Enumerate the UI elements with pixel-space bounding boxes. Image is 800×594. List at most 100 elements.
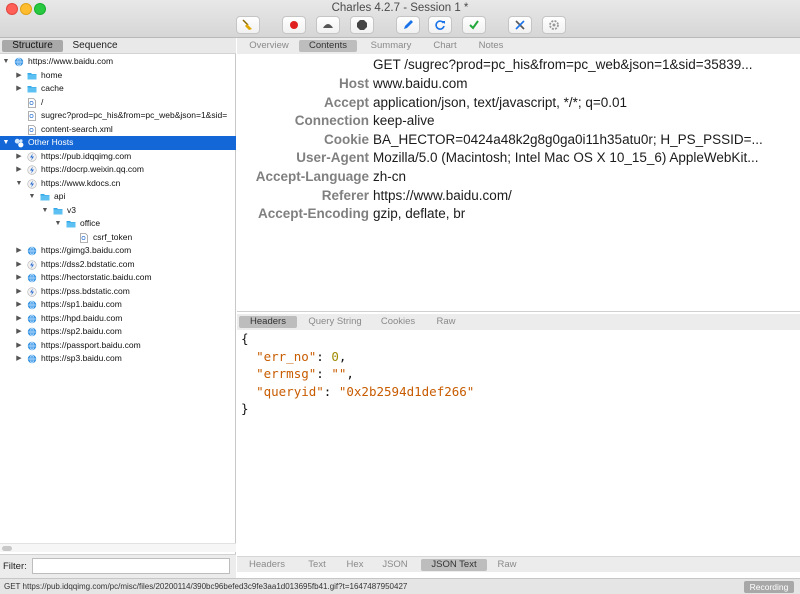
json-entry[interactable]: "queryid": "0x2b2594d1def266" — [241, 383, 474, 401]
file-icon — [27, 111, 37, 121]
response-tab-text[interactable]: Text — [301, 559, 333, 571]
response-tab-raw[interactable]: Raw — [487, 559, 527, 571]
header-value: application/json, text/javascript, */*; … — [373, 94, 628, 110]
tree-row-label: https://pss.bdstatic.com — [41, 285, 130, 296]
disclosure-open-icon[interactable]: ▼ — [15, 177, 23, 191]
breakpoints-button[interactable] — [350, 16, 374, 34]
detail-tab-chart[interactable]: Chart — [425, 40, 465, 52]
header-row[interactable]: Accept-Encoding gzip, deflate, br — [237, 204, 800, 223]
structure-tab[interactable]: Structure — [2, 40, 63, 52]
tree-row[interactable]: ▶ https://hectorstatic.baidu.com — [0, 271, 236, 285]
lightning-icon — [27, 151, 37, 162]
disclosure-closed-icon[interactable]: ▶ — [15, 271, 23, 285]
disclosure-open-icon[interactable]: ▼ — [2, 55, 10, 69]
disclosure-open-icon[interactable]: ▼ — [54, 217, 62, 231]
recording-badge[interactable]: Recording — [744, 581, 794, 593]
lightning-icon — [27, 259, 37, 270]
disclosure-closed-icon[interactable]: ▶ — [15, 258, 23, 272]
disclosure-closed-icon[interactable]: ▶ — [15, 312, 23, 326]
header-row[interactable]: Host www.baidu.com — [237, 74, 800, 93]
settings-button[interactable] — [542, 16, 566, 34]
split-divider[interactable] — [237, 311, 800, 312]
validate-button[interactable] — [462, 16, 486, 34]
disclosure-closed-icon[interactable]: ▶ — [15, 325, 23, 339]
record-button[interactable] — [282, 16, 306, 34]
detail-tab-summary[interactable]: Summary — [363, 40, 419, 52]
disclosure-closed-icon[interactable]: ▶ — [15, 150, 23, 164]
tree-row[interactable]: ▼ https://www.baidu.com — [0, 55, 236, 69]
throttle-button[interactable] — [316, 16, 340, 34]
clear-session-button[interactable] — [236, 16, 260, 34]
horizontal-scrollbar[interactable] — [0, 543, 236, 552]
response-tab-json-text[interactable]: JSON Text — [421, 559, 487, 571]
detail-tabs: Overview Contents Summary Chart Notes — [237, 38, 800, 54]
response-tab-headers[interactable]: Headers — [241, 559, 293, 571]
tree-row[interactable]: ▶ https://pss.bdstatic.com — [0, 285, 236, 299]
tree-row[interactable]: sugrec?prod=pc_his&from=pc_web&json=1&si… — [0, 109, 236, 123]
detail-tab-notes[interactable]: Notes — [471, 40, 511, 52]
scrollbar-thumb[interactable] — [2, 546, 12, 551]
disclosure-closed-icon[interactable]: ▶ — [15, 69, 23, 83]
request-tab-query-string[interactable]: Query String — [301, 316, 369, 328]
header-row[interactable]: Accept-Language zh-cn — [237, 167, 800, 186]
request-tab-headers[interactable]: Headers — [239, 316, 297, 328]
repeat-button[interactable] — [428, 16, 452, 34]
header-row[interactable]: User-Agent Mozilla/5.0 (Macintosh; Intel … — [237, 148, 800, 167]
tree-row[interactable]: ▼ office — [0, 217, 236, 231]
tree-row[interactable]: ▼ v3 — [0, 204, 236, 218]
tree-row[interactable]: ▶ cache — [0, 82, 236, 96]
header-row[interactable]: Cookie BA_HECTOR=0424a48k2g8g0ga0i11h35at… — [237, 130, 800, 149]
header-value: Mozilla/5.0 (Macintosh; Intel Mac OS X 1… — [373, 150, 759, 166]
disclosure-open-icon[interactable]: ▼ — [41, 204, 49, 218]
tree-row[interactable]: content-search.xml — [0, 123, 236, 137]
tree-row[interactable]: ▶ https://passport.baidu.com — [0, 339, 236, 353]
tree-row[interactable]: ▼ api — [0, 190, 236, 204]
request-tab-raw[interactable]: Raw — [425, 316, 467, 328]
tree-row[interactable]: ▶ https://gimg3.baidu.com — [0, 244, 236, 258]
tree-row[interactable]: ▶ https://sp3.baidu.com — [0, 352, 236, 366]
tree-row[interactable]: ▶ https://dss2.bdstatic.com — [0, 258, 236, 272]
header-row[interactable]: Referer https://www.baidu.com/ — [237, 186, 800, 205]
disclosure-closed-icon[interactable]: ▶ — [15, 163, 23, 177]
tree-row[interactable]: ▼ https://www.kdocs.cn — [0, 177, 236, 191]
tree-row[interactable]: / — [0, 96, 236, 110]
disclosure-closed-icon[interactable]: ▶ — [15, 298, 23, 312]
tree-row[interactable]: ▶ https://sp2.baidu.com — [0, 325, 236, 339]
tree-row[interactable]: ▶ https://pub.idqqimg.com — [0, 150, 236, 164]
disclosure-closed-icon[interactable]: ▶ — [15, 82, 23, 96]
disclosure-open-icon[interactable]: ▼ — [28, 190, 36, 204]
header-row[interactable]: Connection keep-alive — [237, 111, 800, 130]
tree-row[interactable]: csrf_token — [0, 231, 236, 245]
disclosure-closed-icon[interactable]: ▶ — [15, 285, 23, 299]
header-key: Cookie — [323, 131, 369, 147]
header-value: keep-alive — [373, 113, 435, 129]
disclosure-closed-icon[interactable]: ▶ — [15, 244, 23, 258]
tree-row[interactable]: ▶ https://docrp.weixin.qq.com — [0, 163, 236, 177]
tools-button[interactable] — [508, 16, 532, 34]
json-entry[interactable]: "err_no": 0, — [241, 348, 346, 366]
header-row[interactable]: Accept application/json, text/javascript,… — [237, 93, 800, 112]
tree-row[interactable]: ▶ home — [0, 69, 236, 83]
sequence-tab[interactable]: Sequence — [70, 40, 120, 52]
globe-icon — [27, 327, 37, 337]
filter-input[interactable] — [32, 558, 230, 574]
folder-icon — [27, 86, 37, 93]
compose-button[interactable] — [396, 16, 420, 34]
json-entry[interactable]: "errmsg": "", — [241, 365, 354, 383]
globe-icon — [27, 354, 37, 364]
tree-row-label: csrf_token — [93, 231, 133, 242]
request-tab-cookies[interactable]: Cookies — [377, 316, 419, 328]
tree-row[interactable]: ▶ https://hpd.baidu.com — [0, 312, 236, 326]
detail-tab-contents[interactable]: Contents — [299, 40, 357, 52]
response-tab-hex[interactable]: Hex — [341, 559, 369, 571]
disclosure-closed-icon[interactable]: ▶ — [15, 339, 23, 353]
detail-tab-overview[interactable]: Overview — [243, 40, 295, 52]
tree-row[interactable]: ▶ https://sp1.baidu.com — [0, 298, 236, 312]
disclosure-closed-icon[interactable]: ▶ — [15, 352, 23, 366]
tree-row[interactable]: ▼ Other Hosts — [0, 136, 236, 150]
disclosure-open-icon[interactable]: ▼ — [2, 136, 10, 150]
globe-icon — [27, 246, 37, 256]
folder-icon — [27, 71, 37, 81]
response-tab-json[interactable]: JSON — [377, 559, 413, 571]
tree-row-label: https://pub.idqqimg.com — [41, 150, 132, 161]
